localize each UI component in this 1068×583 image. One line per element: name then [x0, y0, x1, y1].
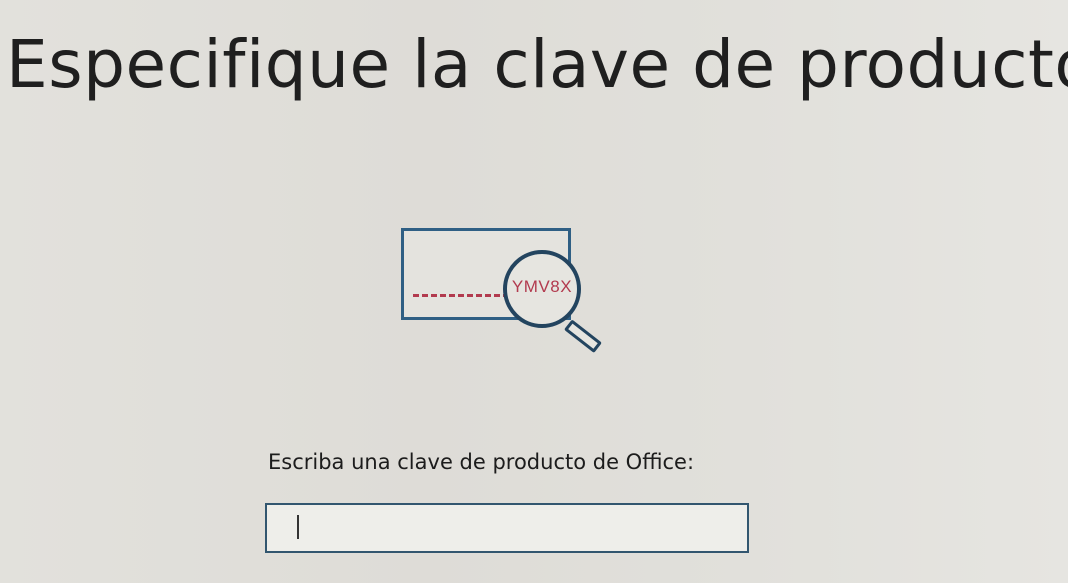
product-key-input[interactable] — [267, 505, 747, 551]
product-key-field[interactable] — [265, 503, 749, 553]
page-title: Especifique la clave de producto — [6, 26, 1068, 103]
magnifier-lens-icon: YMV8X — [503, 250, 581, 328]
key-dash-line — [413, 294, 509, 297]
magnifier-handle-icon — [563, 319, 602, 354]
product-key-prompt-label: Escriba una clave de producto de Office: — [268, 450, 695, 474]
text-cursor — [297, 515, 299, 539]
magnified-key-text: YMV8X — [511, 277, 573, 296]
product-key-magnifier-icon: YMV8X — [395, 222, 620, 357]
